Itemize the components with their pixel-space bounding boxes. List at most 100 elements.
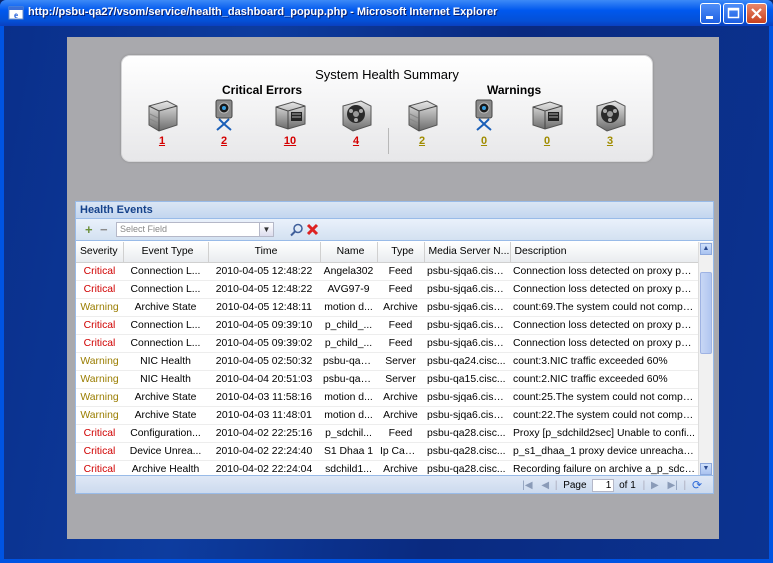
first-page-icon[interactable]: |◀	[522, 480, 532, 491]
cell-media-server: psbu-sjqa6.cisc...	[424, 280, 510, 299]
critical-archives[interactable]: 4	[334, 98, 378, 147]
critical-cameras-count[interactable]: 2	[202, 135, 246, 147]
add-icon[interactable]: +	[85, 223, 93, 236]
critical-servers[interactable]: 1	[140, 98, 184, 147]
clear-filter-icon[interactable]	[306, 223, 319, 236]
last-page-icon[interactable]: ▶|	[667, 480, 677, 491]
camera-icon	[215, 99, 233, 131]
minimize-button[interactable]	[700, 3, 721, 24]
cell-severity: Critical	[76, 334, 123, 353]
cell-media-server: psbu-sjqa6.cisc...	[424, 406, 510, 425]
table-row[interactable]: Critical Connection L... 2010-04-05 09:39:…	[76, 334, 698, 353]
remove-icon[interactable]: −	[100, 223, 108, 236]
cell-description: Recording failure on archive a_p_sdcub..…	[510, 460, 698, 476]
cell-time: 2010-04-02 22:25:16	[208, 424, 320, 443]
warning-archives-count[interactable]: 3	[588, 135, 632, 147]
cell-media-server: psbu-qa28.cisc...	[424, 424, 510, 443]
column-header-name[interactable]: Name	[320, 242, 378, 263]
scroll-down-icon[interactable]: ▼	[700, 463, 712, 475]
column-header-media-server[interactable]: Media Server N...	[424, 242, 511, 263]
maximize-button[interactable]	[723, 3, 744, 24]
warning-cameras[interactable]: 0	[462, 98, 506, 147]
cell-type: Archive	[377, 388, 424, 407]
page-number-input[interactable]: 1	[592, 478, 615, 492]
system-health-summary: System Health Summary Critical Errors Wa…	[121, 55, 653, 162]
warning-cameras-count[interactable]: 0	[462, 135, 506, 147]
column-header-time[interactable]: Time	[208, 242, 321, 263]
cell-type: Feed	[377, 424, 424, 443]
cell-name: Angela302	[320, 262, 377, 281]
table-row[interactable]: Critical Archive Health 2010-04-02 22:24:0…	[76, 460, 698, 476]
refresh-icon[interactable]: ⟳	[692, 478, 702, 492]
cell-media-server: psbu-qa24.cisc...	[424, 352, 510, 371]
table-row[interactable]: Warning Archive State 2010-04-03 11:58:16 m…	[76, 388, 698, 407]
table-row[interactable]: Warning NIC Health 2010-04-05 02:50:32 psbu…	[76, 352, 698, 371]
close-button[interactable]	[746, 3, 767, 24]
critical-servers-count[interactable]: 1	[140, 135, 184, 147]
critical-encoders[interactable]: 10	[268, 98, 312, 147]
cell-event-type: Connection L...	[123, 334, 208, 353]
cell-media-server: psbu-qa28.cisc...	[424, 442, 510, 461]
table-row[interactable]: Warning Archive State 2010-04-03 11:48:01 m…	[76, 406, 698, 425]
warning-servers[interactable]: 2	[400, 98, 444, 147]
cell-name: psbu-qa1...	[320, 370, 377, 389]
cell-media-server: psbu-sjqa6.cisc...	[424, 316, 510, 335]
cell-type: Ip Camera	[377, 442, 424, 461]
select-field-placeholder: Select Field	[120, 224, 168, 234]
encoder-icon	[532, 101, 563, 130]
vertical-scrollbar[interactable]: ▲ ▼	[698, 242, 713, 476]
table-row[interactable]: Warning NIC Health 2010-04-04 20:51:03 psbu…	[76, 370, 698, 389]
cell-type: Server	[377, 352, 424, 371]
window-title: http://psbu-qa27/vsom/service/health_das…	[28, 6, 498, 18]
maximize-icon	[727, 7, 740, 19]
pager: |◀ ◀ | Page 1 of 1 | ▶ ▶| | ⟳	[519, 478, 705, 492]
table-row[interactable]: Critical Configuration... 2010-04-02 22:25…	[76, 424, 698, 443]
warning-encoders[interactable]: 0	[525, 98, 569, 147]
critical-archives-count[interactable]: 4	[334, 135, 378, 147]
next-page-icon[interactable]: ▶	[651, 480, 659, 491]
cell-severity: Warning	[76, 352, 123, 371]
cell-type: Feed	[377, 316, 424, 335]
warning-servers-count[interactable]: 2	[400, 135, 444, 147]
cell-event-type: Connection L...	[123, 262, 208, 281]
column-header-event-type[interactable]: Event Type	[123, 242, 209, 263]
encoder-icon	[275, 101, 306, 130]
search-icon[interactable]	[290, 223, 304, 237]
cell-event-type: Archive State	[123, 388, 208, 407]
cell-time: 2010-04-05 12:48:11	[208, 298, 320, 317]
table-row[interactable]: Critical Connection L... 2010-04-05 12:48:…	[76, 262, 698, 281]
warning-encoders-count[interactable]: 0	[525, 135, 569, 147]
table-row[interactable]: Warning Archive State 2010-04-05 12:48:11 m…	[76, 298, 698, 317]
close-icon	[751, 8, 762, 19]
title-bar[interactable]: e http://psbu-qa27/vsom/service/health_d…	[0, 0, 773, 26]
table-row[interactable]: Critical Connection L... 2010-04-05 09:39:…	[76, 316, 698, 335]
server-icon	[148, 100, 178, 132]
internet-explorer-icon: e	[8, 6, 24, 20]
table-header: Severity Event Type Time Name Type Media…	[76, 242, 699, 263]
column-header-type[interactable]: Type	[377, 242, 425, 263]
cell-type: Feed	[377, 334, 424, 353]
table-row[interactable]: Critical Connection L... 2010-04-05 12:48:…	[76, 280, 698, 299]
warnings-title: Warnings	[487, 83, 542, 97]
camera-icon	[475, 99, 493, 131]
cell-description: count:3.NIC traffic exceeded 60%	[510, 352, 698, 371]
chevron-down-icon[interactable]: ▼	[259, 223, 273, 236]
table-row[interactable]: Critical Device Unrea... 2010-04-02 22:24:…	[76, 442, 698, 461]
previous-page-icon[interactable]: ◀	[541, 480, 549, 491]
cell-name: sdchild1...	[320, 460, 377, 476]
cell-time: 2010-04-05 02:50:32	[208, 352, 320, 371]
critical-encoders-count[interactable]: 10	[268, 135, 312, 147]
critical-cameras[interactable]: 2	[202, 98, 246, 147]
warning-archives[interactable]: 3	[588, 98, 632, 147]
scroll-up-icon[interactable]: ▲	[700, 243, 712, 255]
select-field-dropdown[interactable]: Select Field ▼	[116, 222, 274, 237]
scrollbar-thumb[interactable]	[700, 272, 712, 354]
pager-separator: |	[554, 479, 558, 491]
cell-media-server: psbu-qa15.cisc...	[424, 370, 510, 389]
column-header-severity[interactable]: Severity	[76, 242, 124, 263]
cell-severity: Warning	[76, 298, 123, 317]
cell-time: 2010-04-05 12:48:22	[208, 262, 320, 281]
dashboard-page: System Health Summary Critical Errors Wa…	[67, 37, 719, 539]
cell-severity: Critical	[76, 424, 123, 443]
column-header-description[interactable]: Description	[510, 242, 699, 263]
